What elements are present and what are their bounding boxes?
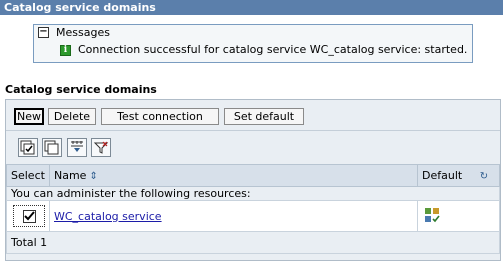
table-header-row: Select Name ⇕ Default ↻ bbox=[6, 164, 500, 187]
sort-icon[interactable]: ⇕ bbox=[89, 171, 97, 182]
name-cell: WC_catalog service bbox=[49, 200, 418, 232]
refresh-sort-icon[interactable]: ↻ bbox=[480, 171, 488, 182]
select-all-icon[interactable] bbox=[18, 138, 38, 157]
checkbox-focus bbox=[13, 205, 45, 227]
messages-header: Messages bbox=[56, 26, 110, 39]
select-cell bbox=[6, 200, 50, 232]
set-default-button[interactable]: Set default bbox=[224, 108, 304, 125]
catalog-service-link[interactable]: WC_catalog service bbox=[54, 210, 162, 223]
total-row: Total 1 bbox=[6, 231, 500, 254]
show-filter-icon[interactable] bbox=[67, 138, 87, 157]
button-toolbar: New Delete Test connection Set default bbox=[6, 100, 500, 131]
resource-note-row: You can administer the following resourc… bbox=[6, 186, 500, 201]
clear-filter-icon[interactable] bbox=[91, 138, 111, 157]
info-icon: i bbox=[60, 45, 71, 56]
collection-panel: New Delete Test connection Set default S… bbox=[5, 99, 501, 261]
new-button[interactable]: New bbox=[14, 108, 44, 125]
test-connection-button[interactable]: Test connection bbox=[101, 108, 219, 125]
table-row: WC_catalog service bbox=[6, 200, 500, 232]
column-default[interactable]: Default ↻ bbox=[417, 164, 500, 187]
message-text: Connection successful for catalog servic… bbox=[78, 43, 468, 56]
window-title: Catalog service domains bbox=[0, 0, 503, 15]
default-cell bbox=[417, 200, 500, 232]
icon-toolbar bbox=[6, 132, 500, 162]
row-checkbox[interactable] bbox=[23, 210, 36, 223]
collapse-toggle-icon[interactable]: − bbox=[38, 27, 49, 38]
deselect-all-icon[interactable] bbox=[42, 138, 62, 157]
section-title: Catalog service domains bbox=[5, 83, 157, 96]
default-indicator-icon bbox=[424, 207, 440, 226]
total-count: Total 1 bbox=[6, 231, 500, 254]
column-name[interactable]: Name ⇕ bbox=[49, 164, 418, 187]
column-select: Select bbox=[6, 164, 50, 187]
resources-table: Select Name ⇕ Default ↻ You can administe… bbox=[6, 164, 500, 254]
resource-note: You can administer the following resourc… bbox=[6, 186, 500, 201]
messages-box: − Messages i Connection successful for c… bbox=[33, 24, 473, 63]
delete-button[interactable]: Delete bbox=[48, 108, 96, 125]
